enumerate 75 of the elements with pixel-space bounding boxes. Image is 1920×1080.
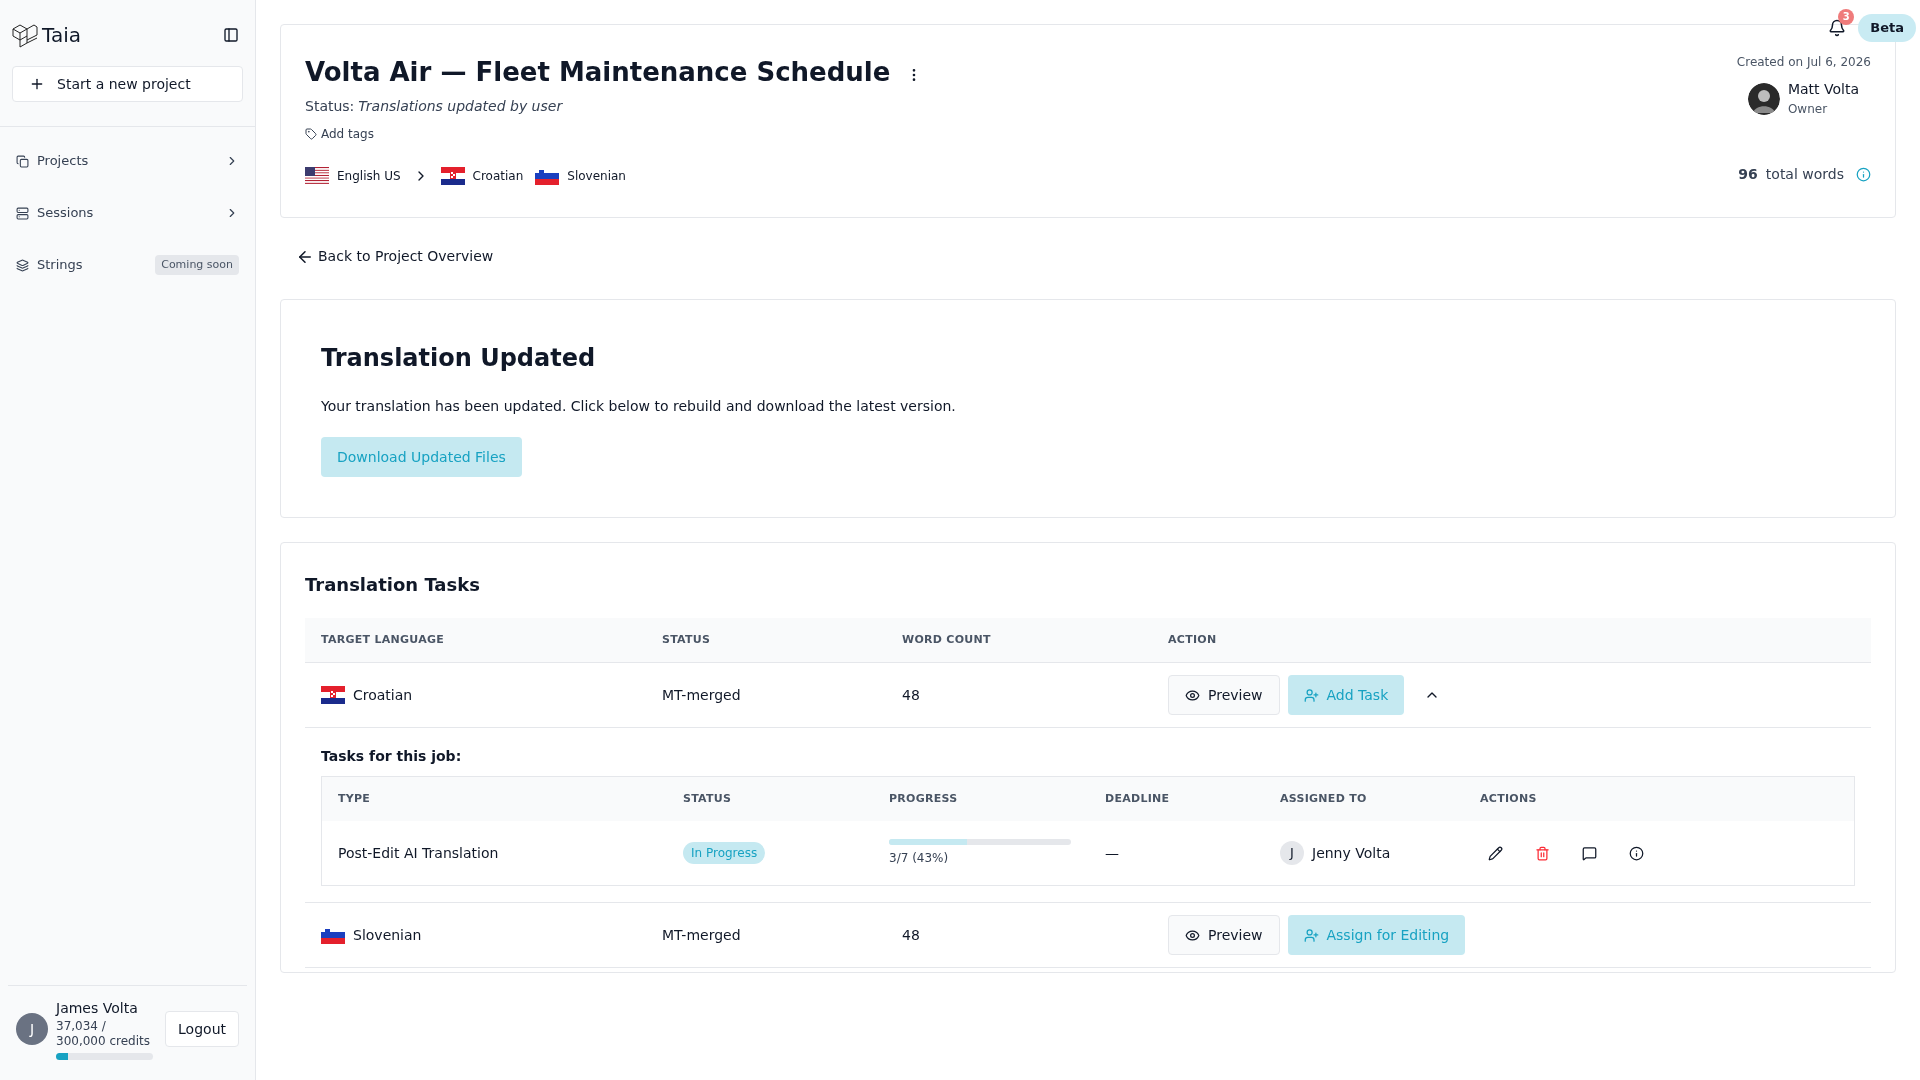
word-count: 96 xyxy=(1738,165,1758,184)
eye-icon xyxy=(1185,687,1200,703)
column-header: PROGRESS xyxy=(889,790,959,807)
layers-icon xyxy=(16,258,29,272)
tag-icon xyxy=(305,128,317,140)
coming-soon-badge: Coming soon xyxy=(155,254,239,276)
type-cell-text: Post-Edit AI Translation xyxy=(338,843,500,863)
logout-button[interactable]: Logout xyxy=(165,1011,239,1047)
sidebar-item[interactable]: Projects xyxy=(16,135,239,187)
language-cell-text: Croatian xyxy=(353,685,413,705)
sidebar-item[interactable]: Strings Coming soon xyxy=(16,239,239,291)
notification-count: 3 xyxy=(1838,8,1855,25)
plus-icon xyxy=(29,76,45,92)
flag-icon xyxy=(321,686,345,704)
update-message: Your translation has been updated. Click below to rebuild and download the latest version. xyxy=(321,397,957,416)
column-header: STATUS xyxy=(662,631,712,648)
preview-button[interactable]: Preview xyxy=(1168,915,1280,955)
new-project-button[interactable]: Start a new project xyxy=(12,66,243,102)
subtasks-title: Tasks for this job: xyxy=(321,748,462,764)
status-text: Translations updated by user xyxy=(358,97,563,116)
update-title: Translation Updated xyxy=(321,343,597,374)
column-header: TARGET LANGUAGE xyxy=(321,631,446,648)
column-header: TYPE xyxy=(338,790,372,807)
flag-icon xyxy=(321,926,345,944)
copy-icon xyxy=(16,154,29,168)
status-cell-text: MT-merged xyxy=(662,685,742,705)
progress-text: 3/7 (43%) xyxy=(889,850,950,867)
status-cell-text: MT-merged xyxy=(662,925,742,945)
column-header: ASSIGNED TO xyxy=(1280,790,1368,807)
edit-icon[interactable] xyxy=(1488,845,1503,861)
trash-icon[interactable] xyxy=(1535,845,1550,861)
user-avatar: J xyxy=(16,1013,48,1045)
column-header: ACTIONS xyxy=(1480,790,1538,807)
column-header: STATUS xyxy=(683,790,733,807)
table-row[interactable]: Slovenian MT-merged 48 Preview Assign for Editing xyxy=(305,903,1871,967)
owner-role: Owner xyxy=(1787,101,1829,118)
source-language: English US xyxy=(337,168,401,185)
credits-text: 37,034 / 300,000 credits xyxy=(56,1019,151,1049)
comment-icon[interactable] xyxy=(1582,845,1597,861)
user-plus-icon xyxy=(1303,687,1319,703)
flag-icon xyxy=(535,167,560,185)
eye-icon xyxy=(1185,927,1200,943)
assignee-avatar: J xyxy=(1280,841,1304,865)
user-plus-icon xyxy=(1303,927,1319,943)
target-language: Slovenian xyxy=(567,168,626,185)
status-label: Status: xyxy=(305,97,355,116)
flag-icon xyxy=(440,167,465,185)
assignee-name: Jenny Volta xyxy=(1312,843,1391,863)
column-header: DEADLINE xyxy=(1105,790,1171,807)
table-row[interactable]: Croatian MT-merged 48 Preview Add Task xyxy=(305,663,1871,727)
add-tags-button[interactable]: Add tags xyxy=(305,125,374,143)
preview-button[interactable]: Preview xyxy=(1168,675,1280,715)
language-cell-text: Slovenian xyxy=(353,925,422,945)
word-count-cell-text: 48 xyxy=(902,925,921,945)
brand-name: Taia xyxy=(42,22,81,49)
notification-bell-icon[interactable] xyxy=(1828,18,1847,37)
owner-name: Matt Volta xyxy=(1787,80,1859,99)
word-count-cell-text: 48 xyxy=(902,685,921,705)
target-language: Croatian xyxy=(472,168,524,185)
column-header: WORD COUNT xyxy=(902,631,992,648)
beta-badge: Beta xyxy=(1858,14,1916,42)
project-title: Volta Air — Fleet Maintenance Schedule xyxy=(305,56,891,89)
tasks-title: Translation Tasks xyxy=(305,573,481,597)
info-icon[interactable] xyxy=(1629,845,1644,861)
word-count-label: total words xyxy=(1765,165,1844,184)
user-name: James Volta xyxy=(56,999,139,1018)
stack-icon xyxy=(16,206,29,220)
created-date: Created on Jul 6, 2026 xyxy=(1736,54,1871,71)
back-link[interactable]: Back to Project Overview xyxy=(296,246,494,267)
column-header: ACTION xyxy=(1168,631,1218,648)
deadline-cell-text: — xyxy=(1105,843,1120,863)
flag-icon xyxy=(305,167,329,185)
sidebar-item[interactable]: Sessions xyxy=(16,187,239,239)
sidebar-toggle-icon xyxy=(223,27,239,43)
in-progress-badge: In Progress xyxy=(683,842,766,864)
